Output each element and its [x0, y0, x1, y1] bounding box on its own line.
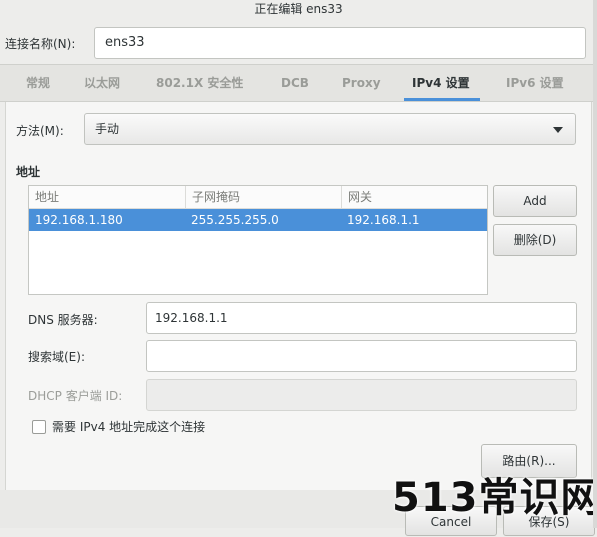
table-header: 地址 子网掩码 网关 [29, 186, 487, 209]
tab-bar: 常规 以太网 802.1X 安全性 DCB Proxy IPv4 设置 IPv6… [0, 64, 597, 102]
delete-address-button[interactable]: 删除(D) [493, 224, 577, 256]
cell-gateway[interactable]: 192.168.1.1 [341, 209, 487, 231]
cell-address[interactable]: 192.168.1.180 [29, 209, 185, 231]
search-domains-label: 搜索域(E): [28, 350, 85, 364]
addresses-section-title: 地址 [16, 165, 41, 179]
add-address-button[interactable]: Add [493, 185, 577, 217]
address-table[interactable]: 地址 子网掩码 网关 192.168.1.180 255.255.255.0 1… [28, 185, 488, 295]
search-domains-input[interactable] [146, 340, 577, 372]
cell-netmask[interactable]: 255.255.255.0 [185, 209, 341, 231]
tab-general[interactable]: 常规 [26, 65, 50, 101]
tab-ipv4-settings[interactable]: IPv4 设置 [404, 65, 480, 101]
require-ipv4-label[interactable]: 需要 IPv4 地址完成这个连接 [52, 420, 205, 434]
column-header-address[interactable]: 地址 [29, 186, 185, 208]
method-value: 手动 [95, 122, 120, 136]
routes-button[interactable]: 路由(R)... [481, 444, 577, 478]
tab-proxy[interactable]: Proxy [342, 65, 381, 101]
dhcp-client-id-input [146, 379, 577, 411]
dns-servers-input[interactable]: 192.168.1.1 [146, 302, 577, 334]
tab-ethernet[interactable]: 以太网 [84, 65, 120, 101]
tab-8021x-security[interactable]: 802.1X 安全性 [156, 65, 243, 101]
connection-name-input[interactable]: ens33 [94, 27, 586, 59]
tab-dcb[interactable]: DCB [281, 65, 309, 101]
window-title: 正在编辑 ens33 [254, 2, 343, 16]
tab-ipv6-settings[interactable]: IPv6 设置 [506, 65, 564, 101]
column-header-gateway[interactable]: 网关 [341, 186, 487, 208]
dns-servers-label: DNS 服务器: [28, 313, 98, 327]
table-row[interactable]: 192.168.1.180 255.255.255.0 192.168.1.1 [29, 209, 487, 231]
connection-name-label: 连接名称(N): [5, 37, 76, 51]
method-label: 方法(M): [16, 124, 64, 138]
window-edge [593, 0, 597, 528]
require-ipv4-checkbox[interactable] [32, 420, 46, 434]
watermark-logo: 513常识网 [392, 475, 597, 521]
dhcp-client-id-label: DHCP 客户端 ID: [28, 389, 123, 403]
dropdown-arrow-icon [553, 127, 563, 133]
column-header-netmask[interactable]: 子网掩码 [185, 186, 341, 208]
method-dropdown[interactable]: 手动 [84, 113, 576, 145]
